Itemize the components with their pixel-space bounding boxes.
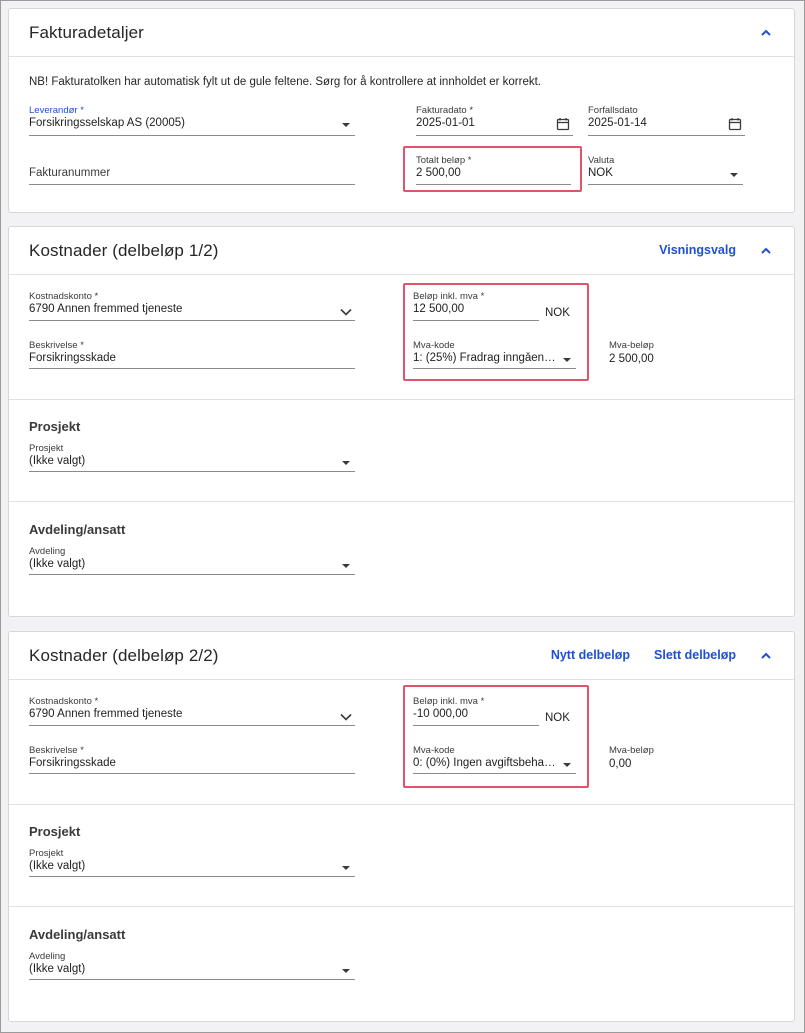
- vat-code-value: 1: (25%) Fradrag inngående...: [413, 352, 557, 364]
- cost-account-label: Kostnadskonto *: [29, 696, 99, 707]
- department-field[interactable]: Avdeling (Ikke valgt): [29, 951, 355, 981]
- invoice-date-field[interactable]: Fakturadato * 2025-01-01: [416, 105, 573, 137]
- invoice-details-card: Fakturadetaljer NB! Fakturatolken har au…: [8, 8, 795, 213]
- dropdown-arrow-icon[interactable]: [563, 763, 571, 767]
- invoice-details-title: Fakturadetaljer: [29, 23, 144, 42]
- vat-amount-label: Mva-beløp: [609, 745, 654, 756]
- department-section-title: Avdeling/ansatt: [29, 522, 126, 537]
- vat-amount-value: 2 500,00: [609, 353, 654, 365]
- amount-currency: NOK: [545, 712, 570, 724]
- amount-currency: NOK: [545, 307, 570, 319]
- cost-account-label: Kostnadskonto *: [29, 291, 99, 302]
- dropdown-arrow-icon[interactable]: [342, 461, 350, 465]
- cost-card-2-title: Kostnader (delbeløp 2/2): [29, 646, 219, 665]
- dropdown-arrow-icon[interactable]: [342, 866, 350, 870]
- project-label: Prosjekt: [29, 443, 64, 454]
- total-amount-value: 2 500,00: [416, 167, 461, 179]
- amount-incl-vat-label: Beløp inkl. mva *: [413, 696, 485, 707]
- view-options-link[interactable]: Visningsvalg: [659, 243, 736, 257]
- chevron-up-icon[interactable]: [758, 243, 774, 259]
- cost-description-field[interactable]: Beskrivelse * Forsikringsskade: [29, 340, 355, 370]
- dropdown-arrow-icon[interactable]: [342, 969, 350, 973]
- department-value: (Ikke valgt): [29, 558, 86, 570]
- dropdown-arrow-icon[interactable]: [730, 173, 738, 177]
- cost-account-field[interactable]: Kostnadskonto * 6790 Annen fremmed tjene…: [29, 291, 355, 322]
- department-label: Avdeling: [29, 951, 66, 962]
- new-part-amount-link[interactable]: Nytt delbeløp: [551, 648, 630, 662]
- total-amount-label: Totalt beløp *: [416, 155, 472, 166]
- chevron-up-icon[interactable]: [758, 648, 774, 664]
- vat-code-field[interactable]: Mva-kode 1: (25%) Fradrag inngående...: [413, 340, 576, 370]
- autofill-notice: NB! Fakturatolken har automatisk fylt ut…: [29, 76, 542, 88]
- amount-incl-vat-value: -10 000,00: [413, 708, 468, 720]
- supplier-field[interactable]: Leverandør * Forsikringsselskap AS (2000…: [29, 105, 355, 137]
- vat-amount-value: 0,00: [609, 758, 632, 770]
- cost-card-1-title: Kostnader (delbeløp 1/2): [29, 241, 219, 260]
- department-value: (Ikke valgt): [29, 963, 86, 975]
- project-section-title: Prosjekt: [29, 824, 81, 839]
- due-date-field[interactable]: Forfallsdato 2025-01-14: [588, 105, 745, 137]
- cost-card-1: Kostnader (delbeløp 1/2) Visningsvalg Ko…: [8, 226, 795, 617]
- department-section-title: Avdeling/ansatt: [29, 927, 126, 942]
- delete-part-amount-link[interactable]: Slett delbeløp: [654, 648, 736, 662]
- currency-value: NOK: [588, 167, 613, 179]
- cost-description-value: Forsikringsskade: [29, 757, 116, 769]
- dropdown-arrow-icon[interactable]: [342, 564, 350, 568]
- cost-description-label: Beskrivelse *: [29, 745, 84, 756]
- cost-account-value: 6790 Annen fremmed tjeneste: [29, 303, 183, 315]
- supplier-label: Leverandør *: [29, 105, 84, 116]
- amount-incl-vat-label: Beløp inkl. mva *: [413, 291, 485, 302]
- currency-label: Valuta: [588, 155, 615, 166]
- supplier-value: Forsikringsselskap AS (20005): [29, 117, 185, 129]
- chevron-down-icon[interactable]: [340, 308, 352, 316]
- amount-incl-vat-field[interactable]: Beløp inkl. mva * 12 500,00: [413, 291, 539, 321]
- amount-incl-vat-field[interactable]: Beløp inkl. mva * -10 000,00: [413, 696, 539, 726]
- calendar-icon[interactable]: [728, 117, 742, 131]
- cost-card-2-header[interactable]: Kostnader (delbeløp 2/2) Nytt delbeløp S…: [9, 632, 794, 680]
- vat-code-label: Mva-kode: [413, 340, 455, 351]
- dropdown-arrow-icon[interactable]: [563, 358, 571, 362]
- invoice-details-header[interactable]: Fakturadetaljer: [9, 9, 794, 57]
- invoice-number-field[interactable]: Fakturanummer: [29, 155, 355, 185]
- total-amount-field[interactable]: Totalt beløp * 2 500,00: [416, 155, 571, 185]
- cost-account-value: 6790 Annen fremmed tjeneste: [29, 708, 183, 720]
- cost-description-value: Forsikringsskade: [29, 352, 116, 364]
- department-label: Avdeling: [29, 546, 66, 557]
- project-value: (Ikke valgt): [29, 860, 86, 872]
- currency-field[interactable]: Valuta NOK: [588, 155, 743, 185]
- invoice-date-label: Fakturadato *: [416, 105, 474, 116]
- invoice-date-value: 2025-01-01: [416, 117, 475, 129]
- calendar-icon[interactable]: [556, 117, 570, 131]
- project-value: (Ikke valgt): [29, 455, 86, 467]
- chevron-down-icon[interactable]: [340, 713, 352, 721]
- project-label: Prosjekt: [29, 848, 64, 859]
- chevron-up-icon[interactable]: [758, 25, 774, 41]
- vat-code-field[interactable]: Mva-kode 0: (0%) Ingen avgiftsbehandling: [413, 745, 576, 775]
- cost-card-2: Kostnader (delbeløp 2/2) Nytt delbeløp S…: [8, 631, 795, 1022]
- dropdown-arrow-icon[interactable]: [342, 123, 350, 127]
- project-section-title: Prosjekt: [29, 419, 81, 434]
- cost-account-field[interactable]: Kostnadskonto * 6790 Annen fremmed tjene…: [29, 696, 355, 727]
- amount-incl-vat-value: 12 500,00: [413, 303, 465, 315]
- due-date-value: 2025-01-14: [588, 117, 647, 129]
- invoice-number-placeholder: Fakturanummer: [29, 167, 111, 179]
- cost-description-field[interactable]: Beskrivelse * Forsikringsskade: [29, 745, 355, 775]
- due-date-label: Forfallsdato: [588, 105, 638, 116]
- cost-card-1-header[interactable]: Kostnader (delbeløp 1/2) Visningsvalg: [9, 227, 794, 275]
- cost-description-label: Beskrivelse *: [29, 340, 84, 351]
- vat-amount-label: Mva-beløp: [609, 340, 654, 351]
- department-field[interactable]: Avdeling (Ikke valgt): [29, 546, 355, 576]
- project-field[interactable]: Prosjekt (Ikke valgt): [29, 848, 355, 878]
- vat-code-value: 0: (0%) Ingen avgiftsbehandling: [413, 757, 557, 769]
- vat-code-label: Mva-kode: [413, 745, 455, 756]
- project-field[interactable]: Prosjekt (Ikke valgt): [29, 443, 355, 473]
